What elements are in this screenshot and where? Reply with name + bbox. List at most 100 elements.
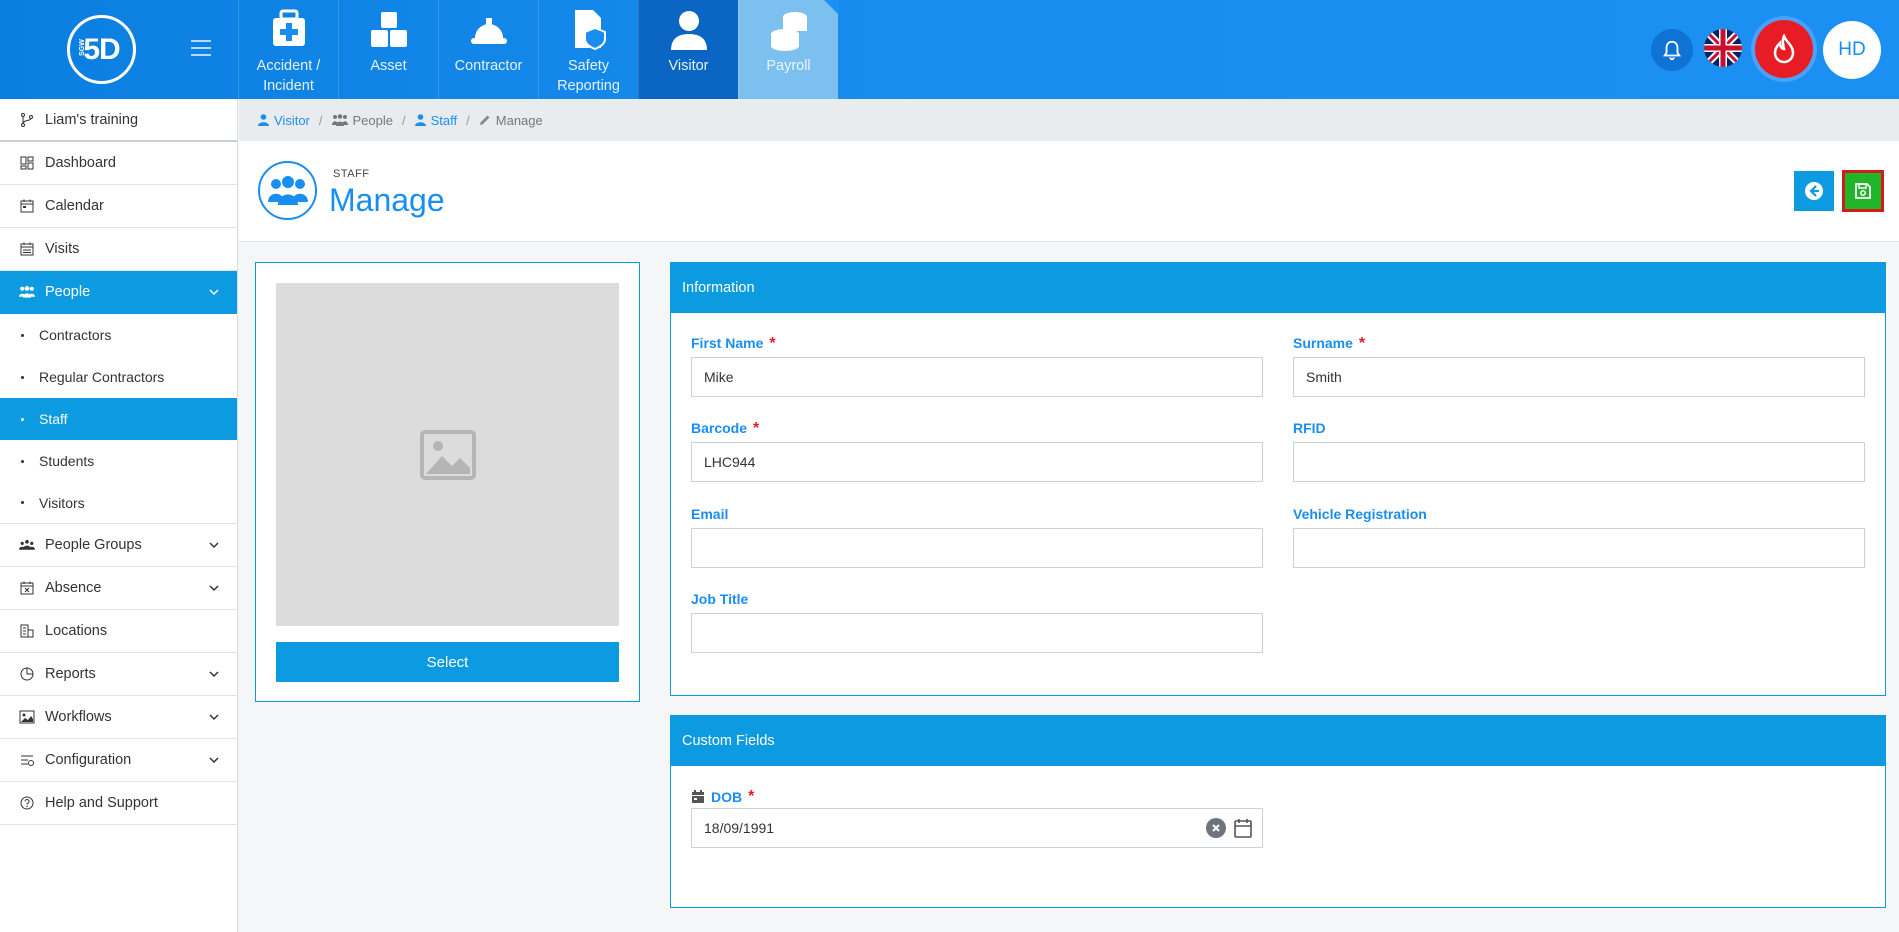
job-title-group: Job Title [691, 591, 1263, 653]
sidebar-item-locations[interactable]: Locations [0, 610, 237, 653]
module-asset[interactable]: Asset [338, 0, 438, 99]
module-payroll[interactable]: Payroll [738, 0, 838, 99]
chevron-down-icon [209, 542, 219, 549]
breadcrumb-manage: Manage [479, 113, 543, 128]
vehicle-registration-input[interactable] [1293, 528, 1865, 568]
sidebar-item-workflows[interactable]: Workflows [0, 696, 237, 739]
chevron-down-icon [209, 671, 219, 678]
chevron-down-icon [209, 757, 219, 764]
photo-panel: Select [255, 262, 640, 702]
sidebar-item-calendar[interactable]: Calendar [0, 185, 237, 228]
sidebar-item-visits[interactable]: Visits [0, 228, 237, 271]
sidebar-item-people[interactable]: People [0, 271, 237, 314]
select-photo-button[interactable]: Select [276, 642, 619, 682]
email-group: Email [691, 506, 1263, 568]
user-avatar[interactable]: HD [1823, 21, 1881, 79]
save-button[interactable] [1842, 170, 1884, 212]
sidebar-item-dashboard[interactable]: Dashboard [0, 142, 237, 185]
dashboard-icon [19, 155, 35, 171]
module-contractor[interactable]: Contractor [438, 0, 538, 99]
branch-icon [19, 112, 35, 128]
email-input[interactable] [691, 528, 1263, 568]
file-shield-icon [574, 10, 606, 51]
pie-chart-icon [19, 666, 35, 682]
breadcrumb-visitor[interactable]: Visitor [258, 113, 310, 128]
sidebar-item-reports[interactable]: Reports [0, 653, 237, 696]
breadcrumb: Visitor / People / Staff / Manage [239, 99, 1899, 141]
sidebar-item-people-groups[interactable]: People Groups [0, 524, 237, 567]
user-icon [258, 114, 269, 126]
logo[interactable]: SGW 5D [67, 15, 136, 84]
sidebar-subitem-students[interactable]: Students [0, 440, 237, 482]
boxes-icon [370, 12, 407, 47]
pencil-icon [479, 115, 490, 125]
module-visitor[interactable]: Visitor [638, 0, 738, 99]
dob-input[interactable]: 18/09/1991 [691, 808, 1263, 848]
rfid-group: RFID [1293, 420, 1865, 482]
sidebar-item-absence[interactable]: Absence [0, 567, 237, 610]
people-icon [331, 114, 348, 126]
breadcrumb-staff[interactable]: Staff [414, 113, 457, 128]
uk-flag-icon[interactable] [1704, 29, 1742, 67]
sidebar-subitem-regular-contractors[interactable]: Regular Contractors [0, 356, 237, 398]
clear-date-icon[interactable] [1206, 818, 1226, 838]
user-icon [414, 114, 426, 126]
image-placeholder-icon [419, 429, 476, 480]
vehicle-registration-group: Vehicle Registration [1293, 506, 1865, 568]
sidebar-item-configuration[interactable]: Configuration [0, 739, 237, 782]
page-header: STAFF Manage [239, 141, 1899, 242]
group-icon [19, 537, 35, 553]
rfid-input[interactable] [1293, 442, 1865, 482]
first-name-input[interactable]: Mike [691, 357, 1263, 397]
first-aid-kit-icon [272, 9, 305, 46]
page-title: Manage [329, 182, 445, 218]
module-accident-incident[interactable]: Accident / Incident [238, 0, 338, 99]
building-icon [19, 623, 35, 639]
custom-fields-header: Custom Fields [671, 716, 1885, 766]
notifications-bell-icon[interactable] [1651, 29, 1693, 71]
calendar-icon [692, 790, 704, 803]
information-header: Information [671, 263, 1885, 313]
dob-group: DOB * 18/09/1991 [691, 786, 1263, 848]
back-button[interactable] [1794, 171, 1834, 211]
sidebar-subitem-contractors[interactable]: Contractors [0, 314, 237, 356]
sidebar-item-help-support[interactable]: Help and Support [0, 782, 237, 825]
people-icon [258, 161, 317, 220]
sidebar: Liam's training Dashboard Calendar Visit… [0, 99, 238, 932]
barcode-group: Barcode * LHC944 [691, 420, 1263, 482]
image-icon [19, 709, 35, 725]
top-bar: SGW 5D Accident / Incident Asset Contrac… [0, 0, 1899, 99]
chevron-down-icon [209, 585, 219, 592]
barcode-input[interactable]: LHC944 [691, 442, 1263, 482]
surname-group: Surname * Smith [1293, 335, 1865, 397]
coins-icon [770, 12, 807, 51]
menu-toggle-icon[interactable] [191, 40, 211, 56]
calendar-icon [19, 241, 35, 257]
help-icon [19, 795, 35, 811]
job-title-input[interactable] [691, 613, 1263, 653]
sidebar-item-liams-training[interactable]: Liam's training [0, 99, 237, 142]
first-name-group: First Name * Mike [691, 335, 1263, 397]
calendar-picker-icon[interactable] [1234, 818, 1252, 838]
user-icon [670, 11, 707, 50]
module-safety-reporting[interactable]: Safety Reporting [538, 0, 638, 99]
module-nav: Accident / Incident Asset Contractor Saf… [238, 0, 838, 99]
information-panel: Information First Name * Mike Surname * Sm… [670, 262, 1886, 696]
fire-alarm-icon[interactable] [1755, 20, 1813, 78]
arrow-left-circle-icon [1805, 182, 1823, 200]
surname-input[interactable]: Smith [1293, 357, 1865, 397]
logo-area: SGW 5D [0, 0, 238, 99]
hard-hat-icon [470, 18, 507, 44]
calendar-icon [19, 198, 35, 214]
chevron-down-icon [209, 289, 219, 296]
custom-fields-panel: Custom Fields DOB * 18/09/1991 [670, 715, 1886, 908]
page-subtitle: STAFF [333, 168, 370, 180]
photo-placeholder [276, 283, 619, 626]
sidebar-subitem-visitors[interactable]: Visitors [0, 482, 237, 524]
sidebar-subitem-staff[interactable]: Staff [0, 398, 237, 440]
chevron-down-icon [209, 714, 219, 721]
floppy-disk-icon [1855, 183, 1871, 199]
breadcrumb-people: People [331, 113, 393, 128]
people-icon [19, 284, 35, 300]
calendar-x-icon [19, 580, 35, 596]
